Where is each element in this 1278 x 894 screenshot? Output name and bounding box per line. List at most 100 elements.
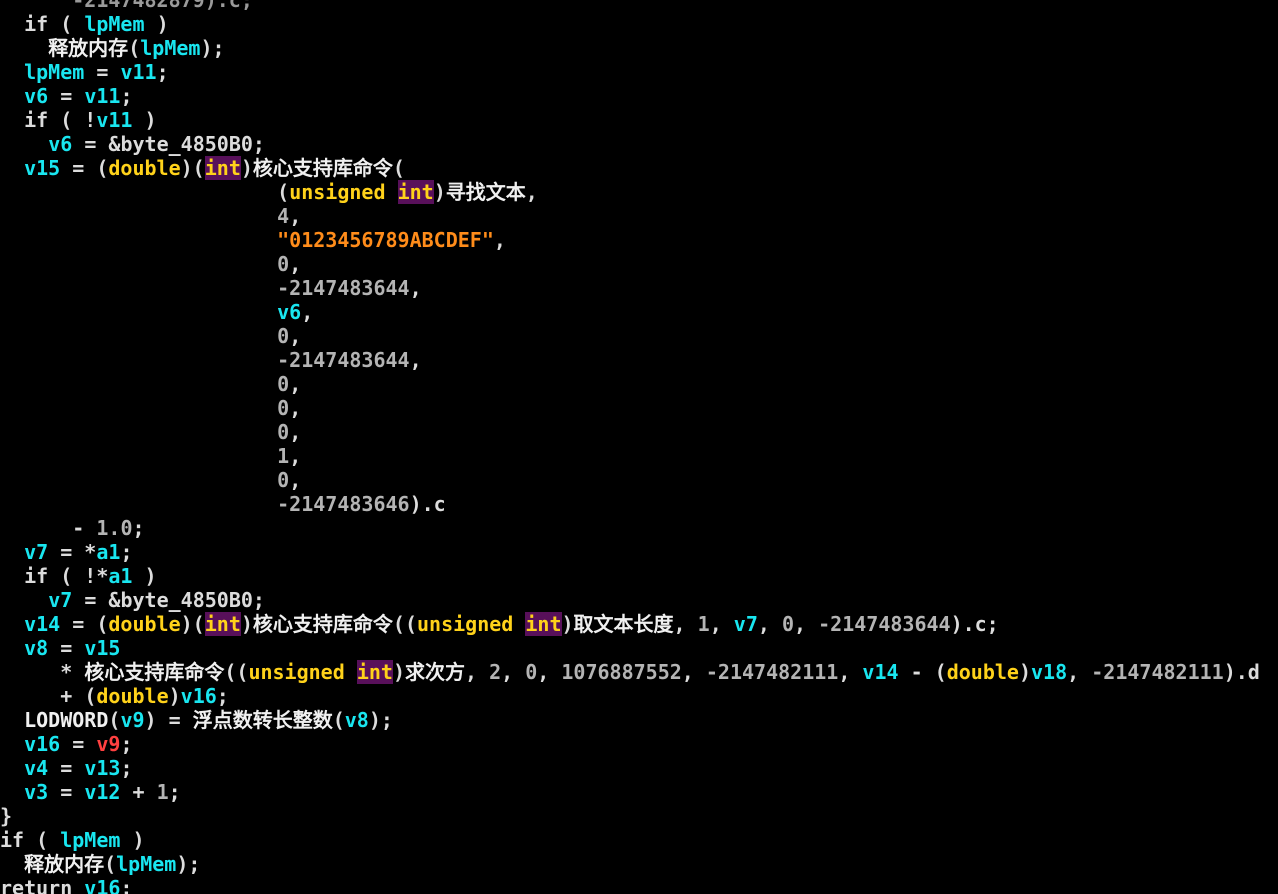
code-line[interactable]: 0,: [277, 252, 301, 276]
code-line[interactable]: if ( lpMem ): [24, 12, 169, 36]
code-line[interactable]: v4 = v13;: [24, 756, 132, 780]
code-token: 核心支持库命令: [252, 156, 393, 180]
code-token: v8: [24, 636, 49, 660]
code-line[interactable]: v7 = *a1;: [24, 540, 132, 564]
code-token: ,: [289, 420, 302, 444]
code-line[interactable]: v3 = v12 + 1;: [24, 780, 181, 804]
code-token: double: [946, 660, 1019, 684]
code-token: lpMem: [60, 828, 121, 852]
code-line[interactable]: (unsigned int)寻找文本,: [277, 180, 538, 204]
code-token: 1: [697, 612, 710, 636]
code-line[interactable]: if ( lpMem ): [0, 828, 145, 852]
code-token: ): [561, 612, 574, 636]
code-token: ,: [289, 324, 302, 348]
code-token: ): [240, 612, 253, 636]
code-line[interactable]: 1,: [277, 444, 301, 468]
code-line[interactable]: v8 = v15: [24, 636, 120, 660]
code-token: -2147482111: [1091, 660, 1224, 684]
code-token: ,: [1067, 660, 1092, 684]
code-token: v16: [180, 684, 217, 708]
code-line[interactable]: -2147483646).c: [277, 492, 446, 516]
code-token: (: [108, 708, 121, 732]
code-token: 0: [277, 372, 290, 396]
code-token: 求次方: [404, 660, 465, 684]
pseudocode-view[interactable]: -2147482879).c; if ( lpMem ) 释放内存(lpMem); l…: [0, 0, 1278, 894]
code-line[interactable]: 0,: [277, 468, 301, 492]
code-token: =: [48, 84, 85, 108]
code-token: ,: [757, 612, 782, 636]
code-token: (: [332, 708, 345, 732]
code-token: ;: [120, 732, 133, 756]
code-token: if ( !*: [24, 564, 109, 588]
code-token: ,: [525, 180, 538, 204]
code-line[interactable]: v16 = v9;: [24, 732, 132, 756]
code-line[interactable]: v7 = &byte_4850B0;: [48, 588, 265, 612]
code-line[interactable]: return v16;: [0, 876, 132, 894]
code-token: ,: [301, 300, 314, 324]
code-token: ): [240, 156, 253, 180]
code-token: *: [60, 660, 85, 684]
code-token: (: [277, 180, 290, 204]
code-line[interactable]: 0,: [277, 396, 301, 420]
code-line[interactable]: v15 = (double)(int)核心支持库命令(: [24, 156, 405, 180]
code-token: ,: [681, 660, 706, 684]
code-token: v15: [84, 636, 121, 660]
code-token: v11: [84, 84, 121, 108]
code-token: v9: [96, 732, 121, 756]
code-token: 核心支持库命令: [84, 660, 225, 684]
code-token: 0: [277, 420, 290, 444]
code-line[interactable]: 0,: [277, 420, 301, 444]
code-token: ).c: [409, 492, 446, 516]
code-line[interactable]: 0,: [277, 372, 301, 396]
code-token: =: [60, 732, 97, 756]
code-line[interactable]: 4,: [277, 204, 301, 228]
code-token: 0: [781, 612, 795, 636]
code-token: -2147482879).c;: [24, 0, 253, 12]
code-line[interactable]: + (double)v16;: [60, 684, 229, 708]
code-token: ,: [501, 660, 526, 684]
code-token: );: [368, 708, 393, 732]
code-token: =: [48, 780, 85, 804]
code-token: (: [128, 36, 141, 60]
code-token: ): [144, 12, 169, 36]
code-line[interactable]: v6,: [277, 300, 313, 324]
code-line[interactable]: LODWORD(v9) = 浮点数转长整数(v8);: [24, 708, 393, 732]
code-line[interactable]: -2147483644,: [277, 276, 422, 300]
code-token: = *: [48, 540, 97, 564]
code-line[interactable]: -2147483644,: [277, 348, 422, 372]
code-token: unsigned: [289, 180, 386, 204]
code-token: 取文本长度: [573, 612, 674, 636]
code-line[interactable]: if ( !*a1 ): [24, 564, 156, 588]
code-token: -2147483644: [277, 276, 410, 300]
code-token: v14: [862, 660, 899, 684]
code-token: a1: [108, 564, 133, 588]
code-token: lpMem: [24, 60, 85, 84]
code-token: = &byte_4850B0;: [72, 132, 265, 156]
code-token: double: [96, 684, 169, 708]
code-token: ,: [289, 468, 302, 492]
code-line[interactable]: v6 = v11;: [24, 84, 132, 108]
code-token: ).c;: [950, 612, 999, 636]
code-line[interactable]: v6 = &byte_4850B0;: [48, 132, 265, 156]
code-line[interactable]: - 1.0;: [72, 516, 144, 540]
code-line[interactable]: 0,: [277, 324, 301, 348]
code-line[interactable]: "0123456789ABCDEF",: [277, 228, 506, 252]
code-token: = &byte_4850B0;: [72, 588, 265, 612]
code-token: ).d: [1223, 660, 1260, 684]
code-token: (: [392, 156, 405, 180]
code-line[interactable]: lpMem = v11;: [24, 60, 169, 84]
code-token: if ( !: [24, 108, 97, 132]
code-line[interactable]: v14 = (double)(int)核心支持库命令((unsigned int…: [24, 612, 999, 636]
code-line[interactable]: if ( !v11 ): [24, 108, 156, 132]
code-line[interactable]: -2147482879).c;: [24, 0, 253, 12]
code-token: if (: [0, 828, 61, 852]
code-line[interactable]: * 核心支持库命令((unsigned int)求次方, 2, 0, 10768…: [60, 660, 1260, 684]
code-line[interactable]: }: [0, 804, 12, 828]
code-token: ((: [392, 612, 417, 636]
code-token: unsigned: [248, 660, 345, 684]
code-token: ,: [289, 372, 302, 396]
code-line[interactable]: 释放内存(lpMem);: [48, 36, 224, 60]
code-token: ;: [156, 60, 169, 84]
code-token: 2: [489, 660, 502, 684]
code-line[interactable]: 释放内存(lpMem);: [24, 852, 200, 876]
